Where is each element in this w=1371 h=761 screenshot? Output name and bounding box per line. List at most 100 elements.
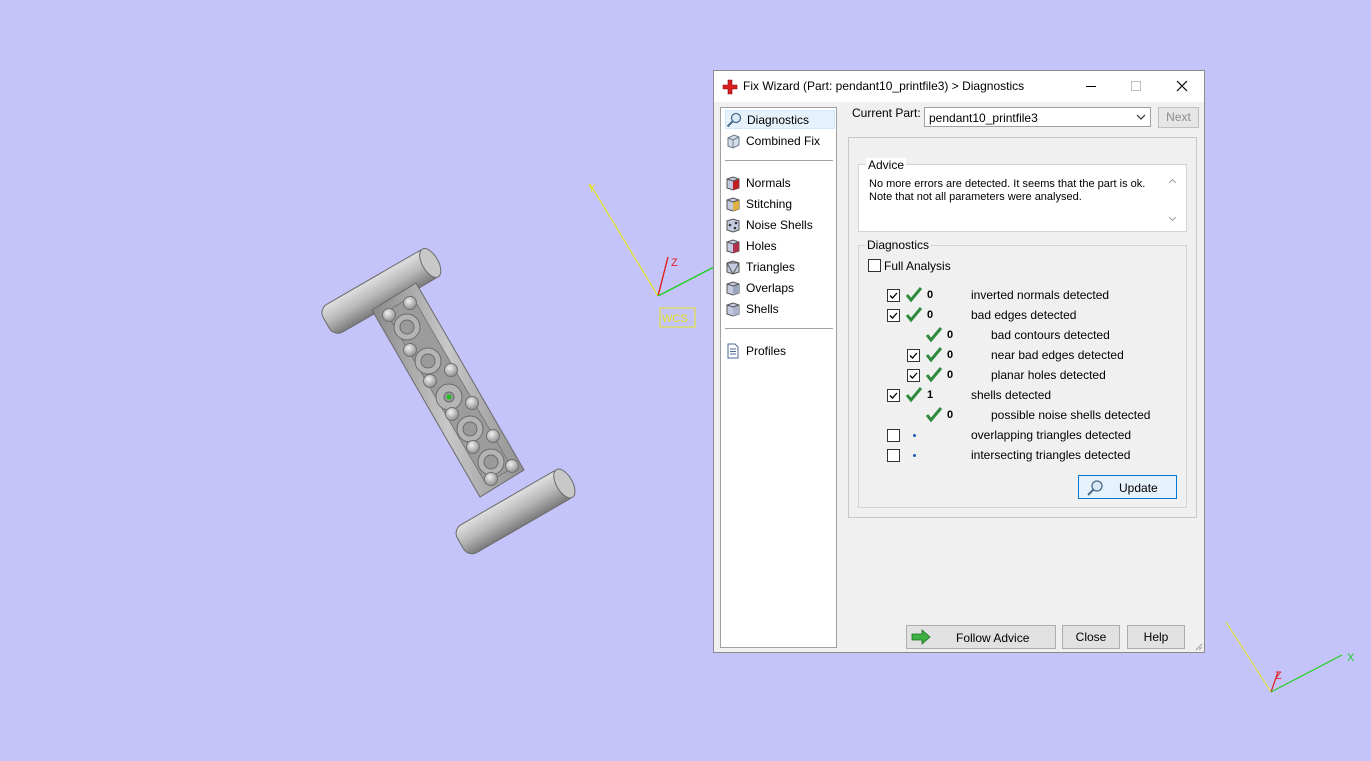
nav-label: Shells <box>746 301 779 316</box>
magnifier-icon <box>726 112 742 127</box>
diag-label: bad contours detected <box>991 328 1110 342</box>
y-axis-label: Y <box>588 183 596 195</box>
minimize-button[interactable] <box>1068 71 1113 102</box>
maximize-icon <box>1131 81 1141 91</box>
dialog-title: Fix Wizard (Part: pendant10_printfile3) … <box>743 79 1025 93</box>
nav-item-profiles[interactable]: Profiles <box>725 341 835 360</box>
nav-item-noise-shells[interactable]: Noise Shells <box>725 215 835 234</box>
maximize-button[interactable] <box>1113 71 1158 102</box>
current-part-dropdown[interactable]: pendant10_printfile3 <box>924 107 1151 127</box>
diag-count: 1 <box>927 389 934 401</box>
green-check-icon <box>905 307 923 323</box>
pendant-part-model[interactable] <box>318 245 579 557</box>
help-button[interactable]: Help <box>1127 625 1185 649</box>
diag-label: planar holes detected <box>991 368 1106 382</box>
diag-label: near bad edges detected <box>991 348 1124 362</box>
nav-item-combined-fix[interactable]: Combined Fix <box>725 131 835 150</box>
chevron-down-icon <box>1136 114 1146 120</box>
diag-checkbox-planar-holes[interactable] <box>907 369 920 382</box>
diag-checkbox-overlapping-triangles[interactable] <box>887 429 900 442</box>
full-analysis-checkbox[interactable] <box>868 259 881 272</box>
nav-separator <box>725 160 833 161</box>
full-analysis-label: Full Analysis <box>884 259 951 273</box>
document-icon <box>727 343 739 358</box>
diag-checkbox-intersecting-triangles[interactable] <box>887 449 900 462</box>
checkmark-icon <box>909 352 918 359</box>
z-axis-label: Z <box>671 257 678 269</box>
close-button[interactable]: Close <box>1062 625 1120 649</box>
advice-line: Note that not all parameters were analys… <box>869 191 1082 203</box>
diag-label: intersecting triangles detected <box>971 448 1131 462</box>
diag-checkbox-inverted-normals[interactable] <box>887 289 900 302</box>
nav-item-normals[interactable]: Normals <box>725 173 835 192</box>
follow-advice-button[interactable]: Follow Advice <box>906 625 1056 649</box>
holes-cube-icon <box>726 238 740 254</box>
diag-count: 0 <box>927 309 934 321</box>
advice-scrollbar[interactable] <box>1167 176 1178 224</box>
diag-label: bad edges detected <box>971 308 1077 322</box>
minimize-icon <box>1086 86 1096 87</box>
nav-label: Combined Fix <box>746 133 821 148</box>
nav-item-holes[interactable]: Holes <box>725 236 835 255</box>
checkmark-icon <box>889 292 898 299</box>
advice-caption: Advice <box>866 158 907 172</box>
green-check-icon <box>925 327 943 343</box>
wcs-label: WCS <box>662 313 688 325</box>
shells-cube-icon <box>726 301 740 317</box>
diag-label: possible noise shells detected <box>991 408 1151 422</box>
checkmark-icon <box>889 312 898 319</box>
current-part-value: pendant10_printfile3 <box>929 111 1038 125</box>
diag-count: 0 <box>927 289 934 301</box>
normals-cube-icon <box>726 175 740 191</box>
diag-count: 0 <box>947 329 954 341</box>
triangles-cube-icon <box>726 259 740 275</box>
diag-checkbox-near-bad-edges[interactable] <box>907 349 920 362</box>
nav-label: Profiles <box>746 343 787 358</box>
nav-label: Triangles <box>746 259 795 274</box>
current-part-label: Current Part: <box>852 106 921 120</box>
nav-item-shells[interactable]: Shells <box>725 299 835 318</box>
diag-count: 0 <box>947 349 954 361</box>
diag-label: shells detected <box>971 388 1052 402</box>
wcs-axes: Y Z WCS <box>588 183 715 328</box>
fix-wizard-dialog: Fix Wizard (Part: pendant10_printfile3) … <box>713 70 1205 653</box>
dialog-titlebar[interactable]: Fix Wizard (Part: pendant10_printfile3) … <box>714 71 1204 102</box>
magnifier-icon <box>1087 480 1103 496</box>
nav-item-triangles[interactable]: Triangles <box>725 257 835 276</box>
diag-count: 0 <box>947 369 954 381</box>
nav-label: Holes <box>746 238 777 253</box>
resize-grip-icon[interactable] <box>1193 641 1203 651</box>
nav-label: Stitching <box>746 196 793 211</box>
checkmark-icon <box>889 392 898 399</box>
nav-item-diagnostics[interactable]: Diagnostics <box>725 110 835 129</box>
diag-label: overlapping triangles detected <box>971 428 1132 442</box>
green-arrow-icon <box>911 629 931 645</box>
diag-label: inverted normals detected <box>971 288 1110 302</box>
diag-checkbox-bad-edges[interactable] <box>887 309 900 322</box>
follow-advice-label: Follow Advice <box>956 631 1030 645</box>
advice-text: No more errors are detected. It seems th… <box>869 178 1159 204</box>
nav-label: Noise Shells <box>746 217 813 232</box>
red-cross-icon <box>722 79 738 95</box>
corner-axes: Z X <box>1225 621 1355 693</box>
nav-item-stitching[interactable]: Stitching <box>725 194 835 213</box>
nav-item-overlaps[interactable]: Overlaps <box>725 278 835 297</box>
overlaps-cube-icon <box>726 280 740 296</box>
cube-icon <box>727 133 740 149</box>
close-icon <box>1176 80 1188 92</box>
pending-dot-icon <box>913 434 916 437</box>
nav-label: Diagnostics <box>747 112 810 127</box>
checkmark-icon <box>909 372 918 379</box>
green-check-icon <box>925 367 943 383</box>
diag-checkbox-shells[interactable] <box>887 389 900 402</box>
wizard-nav-panel: Diagnostics Combined Fix Normals Stitchi… <box>720 107 837 648</box>
update-button[interactable]: Update <box>1078 475 1177 499</box>
next-button[interactable]: Next <box>1158 107 1199 128</box>
advice-line: No more errors are detected. It seems th… <box>869 178 1146 190</box>
nav-separator <box>725 328 833 329</box>
stitching-cube-icon <box>726 196 740 212</box>
green-check-icon <box>925 407 943 423</box>
nav-label: Normals <box>746 175 791 190</box>
nav-label: Overlaps <box>746 280 795 295</box>
close-window-button[interactable] <box>1159 71 1204 102</box>
